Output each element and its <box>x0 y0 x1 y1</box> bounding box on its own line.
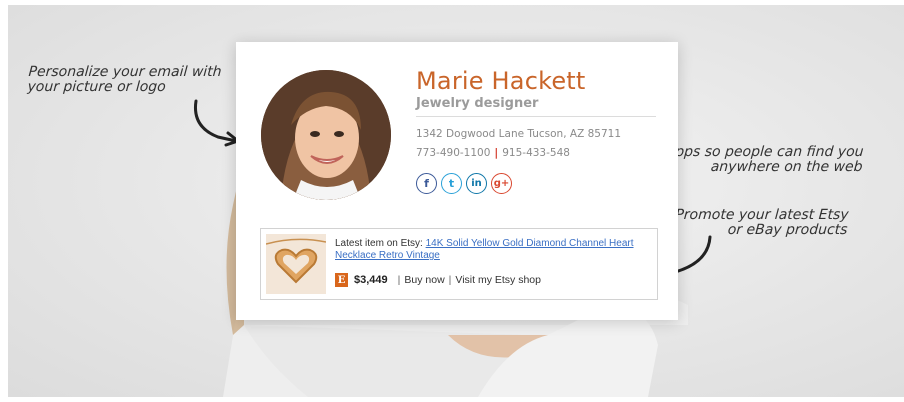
phone-number-1[interactable]: 773-490-1100 <box>416 147 490 159</box>
etsy-product-box: Latest item on Etsy: 14K Solid Yellow Go… <box>260 228 658 300</box>
twitter-icon[interactable]: t <box>441 173 462 194</box>
annotation-picture: Personalize your email with your picture… <box>26 64 223 95</box>
product-price: $3,449 <box>354 274 388 286</box>
email-signature-card: Marie Hackett Jewelry designer 1342 Dogw… <box>236 42 678 320</box>
social-icons: f t in g+ <box>416 173 512 194</box>
phone-separator: | <box>494 147 499 159</box>
separator: | <box>397 274 401 286</box>
signature-address: 1342 Dogwood Lane Tucson, AZ 85711 <box>416 128 621 140</box>
product-actions: E $3,449 | Buy now | Visit my Etsy shop <box>335 273 541 287</box>
facebook-icon[interactable]: f <box>416 173 437 194</box>
annotation-etsy-line1: Promote your latest Etsy <box>674 207 850 223</box>
signature-name: Marie Hackett <box>416 67 586 95</box>
annotation-picture-line2: your picture or logo <box>26 79 167 95</box>
linkedin-icon[interactable]: in <box>466 173 487 194</box>
product-description: Latest item on Etsy: 14K Solid Yellow Go… <box>335 238 645 262</box>
product-thumbnail[interactable] <box>266 234 326 294</box>
signature-phones: 773-490-1100 | 915-433-548 <box>416 147 570 159</box>
product-prefix: Latest item on Etsy: <box>335 238 426 249</box>
signature-job-title: Jewelry designer <box>416 96 539 111</box>
profile-photo <box>261 70 391 200</box>
etsy-icon: E <box>335 273 348 287</box>
buy-now-link[interactable]: Buy now <box>404 274 444 286</box>
divider <box>416 116 656 117</box>
heart-necklace-image <box>266 234 326 294</box>
phone-number-2[interactable]: 915-433-548 <box>502 147 570 159</box>
separator: | <box>448 274 452 286</box>
visit-shop-link[interactable]: Visit my Etsy shop <box>455 274 541 286</box>
avatar <box>261 70 391 200</box>
annotation-picture-line1: Personalize your email with <box>28 64 223 80</box>
google-plus-icon[interactable]: g+ <box>491 173 512 194</box>
